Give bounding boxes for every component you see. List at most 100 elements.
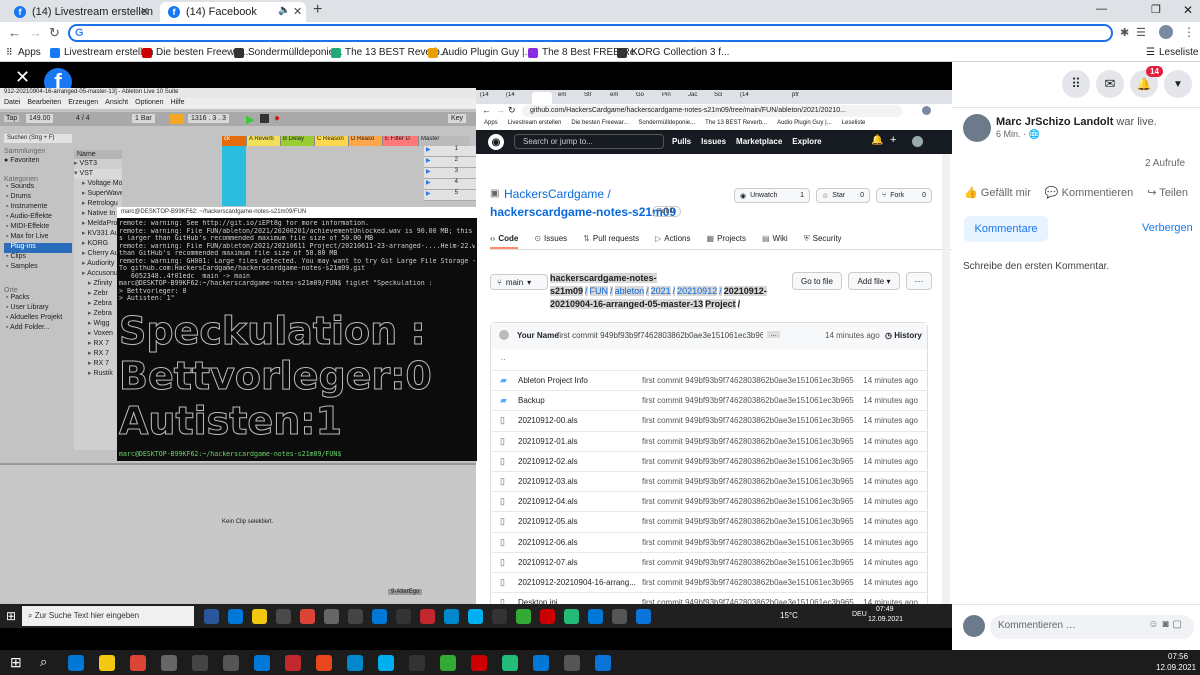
maximize-icon[interactable]: ❐ [1151,3,1161,16]
edge-icon[interactable] [228,609,243,624]
file-row[interactable]: ▯ 20210912-01.als first commit 949bf93b9f7… [490,430,928,451]
file-row[interactable]: ▯ 20210912-07.als first commit 949bf93b9f7… [490,551,928,572]
reload-icon[interactable]: ↻ [508,105,516,116]
repo-tab[interactable]: ‹› Code [490,234,519,249]
github-nav-link[interactable]: Explore [792,137,821,146]
branch-select[interactable]: ⑂ main ▾ [490,274,548,290]
browser-tab[interactable]: (14 [480,92,500,104]
parent-dir-link[interactable]: .. [501,353,505,362]
track-header[interactable]: A Reverb [246,136,280,146]
edge-icon[interactable] [68,655,84,671]
browser-tab[interactable]: em [558,92,578,104]
category-item[interactable]: ▪ Instrumente [4,203,72,213]
file-row[interactable]: ▯ 20210912-02.als first commit 949bf93b9f7… [490,450,928,471]
repo-tab[interactable]: ⇅ Pull requests [583,234,639,249]
place-item[interactable]: ▪ User Library [4,304,72,314]
app-icon[interactable] [564,655,580,671]
file-name[interactable]: 20210912-00.als [518,416,642,425]
fork-button[interactable]: ⑂ Fork 0 [876,188,932,203]
ableton-menu-item[interactable]: Ansicht [105,99,128,108]
chrome-icon[interactable] [300,609,315,624]
browser-search[interactable]: Suchen (Strg + F) [4,134,72,143]
file-commit-message[interactable]: first commit 949bf93b9f7462803862b0ae3e1… [642,437,854,446]
browser-tab[interactable]: (14 [740,92,760,104]
plugin-item[interactable]: ▸ RX 7 [74,359,122,369]
clip-track-header[interactable]: ck [222,136,246,146]
file-commit-message[interactable]: first commit 949bf93b9f7462803862b0ae3e1… [642,517,854,526]
file-commit-message[interactable]: first commit 949bf93b9f7462803862b0ae3e1… [642,497,854,506]
bookmark-item[interactable]: Sondermülldeponie... [638,120,695,128]
plugin-item[interactable]: ▸ RX 7 [74,349,122,359]
file-name[interactable]: 20210912-05.als [518,517,642,526]
outer-tab-0[interactable]: f (14) Livestream erstellen | Facebo [6,2,156,22]
plugin-item[interactable]: ▸ KV331 Au [74,229,122,239]
view-count[interactable]: 2 Aufrufe [1145,158,1185,169]
app-icon[interactable] [612,609,627,624]
position-field[interactable]: 1316 . 3 . 3 [188,114,230,123]
ableton-menu-item[interactable]: Bearbeiten [27,99,61,108]
mail-icon[interactable] [372,609,387,624]
skype-icon[interactable] [468,609,483,624]
language-indicator[interactable]: DEU [852,611,867,618]
file-commit-message[interactable]: first commit 949bf93b9f7462803862b0ae3e1… [642,376,854,385]
app-icon[interactable] [440,655,456,671]
track-header[interactable]: C Reason [314,136,348,146]
quantize-select[interactable]: 1 Bar [132,114,155,123]
back-icon[interactable]: ← [8,25,21,40]
track-header[interactable]: B Delay [280,136,314,146]
app-icon[interactable] [420,609,435,624]
live-icon[interactable] [223,655,239,671]
bookmark-item[interactable]: Die besten Freewar... [571,120,628,128]
key-map-button[interactable]: Key [448,114,467,123]
app-icon[interactable] [588,609,603,624]
file-name[interactable]: 20210912-03.als [518,477,642,486]
telegram-icon[interactable] [347,655,363,671]
close-tab-icon[interactable]: ✕ [293,5,302,18]
menu-grid-icon[interactable]: ⠿ [1062,70,1090,98]
comments-tab[interactable]: Kommentare [964,216,1048,242]
category-item[interactable]: ▪ Audio-Effekte [4,213,72,223]
extensions-icon[interactable]: ✱ [1120,26,1129,39]
breadcrumb-link[interactable]: FUN [589,286,609,296]
app-icon[interactable] [564,609,579,624]
repo-name-link[interactable]: hackerscardgame-notes-s21m09 [490,205,676,219]
browser-tab[interactable]: pfr [792,92,812,104]
bookmark-item[interactable]: Apps [18,47,41,58]
file-name[interactable]: Ableton Project Info [518,376,642,385]
star-button[interactable]: ☆ Star 0 [816,188,870,203]
repo-tab[interactable]: ▷ Actions [655,234,690,249]
app-icon[interactable] [502,655,518,671]
bell-icon[interactable]: 🔔 [871,135,883,146]
hide-link[interactable]: Verbergen [1142,222,1193,234]
category-item[interactable]: ▪ Drums [4,193,72,203]
file-row[interactable]: ▰ Backup first commit 949bf93b9f7462803862… [490,390,928,410]
breadcrumb-link[interactable]: Project [705,299,736,309]
file-row[interactable]: ▯ Desktop.ini first commit 949bf93b9f74628… [490,592,928,604]
github-nav-link[interactable]: Pulls [672,137,691,146]
bookmark-item[interactable]: KORG Collection 3 f... [617,47,729,58]
stop-icon[interactable] [260,114,269,123]
file-row[interactable]: ▯ 20210912-05.als first commit 949bf93b9f7… [490,511,928,531]
bookmark-item[interactable]: Audio Plugin Guy |... [777,120,832,128]
app-icon[interactable] [316,655,332,671]
place-item[interactable]: ▪ Packs [4,294,72,304]
comment-input[interactable]: Kommentieren … ☺◙▢ [990,615,1194,639]
category-item[interactable]: ▪ Clips [4,253,72,263]
plugin-item[interactable]: ▸ Audiority [74,259,122,269]
post-time[interactable]: 6 Min. · 🌐 [996,129,1040,140]
github-nav-link[interactable]: Issues [701,137,726,146]
reading-list-icon[interactable]: ☰ [1136,26,1146,39]
plugin-item[interactable]: ▸ RX 7 [74,339,122,349]
bookmark-item[interactable]: Livestream erstellen [508,120,562,128]
scene-launch[interactable]: ▶ 3 [424,168,476,179]
messenger-icon[interactable]: ✉ [1096,70,1124,98]
task-view-icon[interactable] [204,609,219,624]
file-row[interactable]: ▯ 20210912-04.als first commit 949bf93b9f7… [490,491,928,511]
file-commit-message[interactable]: first commit 949bf93b9f7462803862b0ae3e1… [642,578,854,587]
plugin-item[interactable]: ▸ KORG [74,239,122,249]
plugin-item[interactable]: ▸ Voxen [74,329,122,339]
breadcrumb-link[interactable]: 20210912 [677,286,718,296]
github-search[interactable]: Search or jump to... [514,134,664,149]
app-icon[interactable] [516,609,531,624]
chrome-icon[interactable] [130,655,146,671]
